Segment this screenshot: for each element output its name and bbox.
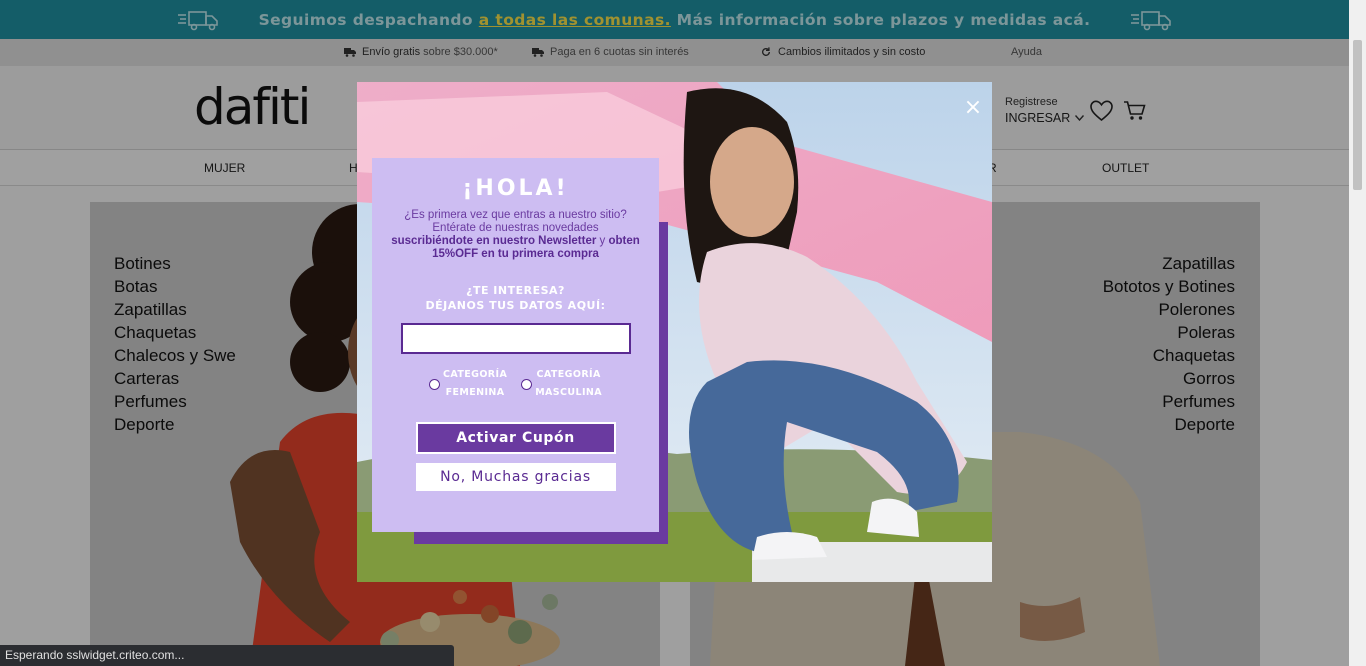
decline-button[interactable]: No, Muchas gracias	[415, 463, 616, 491]
newsletter-card: ¡HOLA! ¿Es primera vez que entras a nues…	[372, 158, 659, 532]
modal-question: ¿TE INTERESA? DÉJANOS TUS DATOS AQUÍ:	[425, 284, 606, 312]
radio-button[interactable]	[521, 378, 533, 390]
newsletter-modal: ¡HOLA! ¿Es primera vez que entras a nues…	[357, 82, 992, 582]
radio-male[interactable]: CATEGORÍA MASCULINA	[521, 366, 602, 402]
modal-heading: ¡HOLA!	[462, 176, 569, 201]
radio-button[interactable]	[428, 378, 440, 390]
page-scrollbar[interactable]	[1349, 0, 1366, 666]
email-field[interactable]	[400, 323, 631, 354]
category-options: CATEGORÍA FEMENINA CATEGORÍA MASCULINA	[372, 366, 659, 402]
modal-intro: ¿Es primera vez que entras a nuestro sit…	[391, 209, 640, 260]
close-icon[interactable]: ×	[962, 97, 984, 119]
browser-status-bar: Esperando sslwidget.criteo.com...	[0, 645, 454, 666]
activate-coupon-button[interactable]: Activar Cupón	[415, 422, 616, 454]
radio-female[interactable]: CATEGORÍA FEMENINA	[428, 366, 507, 402]
scrollbar-thumb[interactable]	[1353, 40, 1362, 190]
